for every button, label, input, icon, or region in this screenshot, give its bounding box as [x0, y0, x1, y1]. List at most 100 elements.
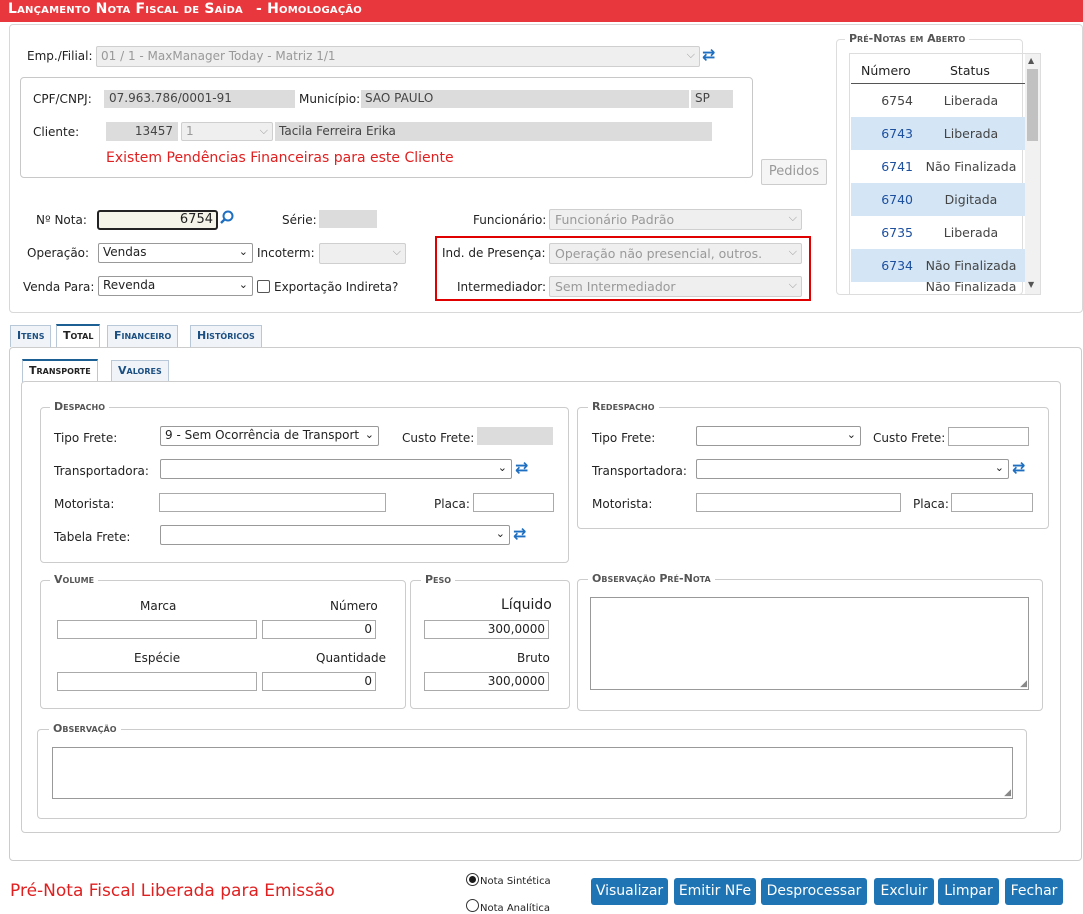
refresh-icon[interactable]: ⇄: [1012, 460, 1025, 476]
desprocessar-button[interactable]: Desprocessar: [761, 878, 867, 905]
uf-field: SP: [691, 90, 733, 108]
cnpj-field: 07.963.786/0001-91: [104, 90, 295, 108]
marca-field[interactable]: [57, 620, 257, 639]
municipio-label: Município:: [299, 92, 361, 106]
prenotas-scrollbar[interactable]: ▲ ▼: [1025, 54, 1040, 294]
redespacho-motorista-label: Motorista:: [592, 497, 653, 511]
visualizar-button[interactable]: Visualizar: [591, 878, 668, 905]
redespacho-tipo-frete-select[interactable]: ⌄: [696, 426, 861, 446]
redespacho-placa-field[interactable]: [951, 493, 1033, 512]
limpar-button[interactable]: Limpar: [938, 878, 999, 905]
nota-field[interactable]: 6754: [97, 210, 218, 230]
exportacao-label: Exportação Indireta?: [274, 280, 399, 294]
subtab-valores[interactable]: Valores: [111, 360, 169, 382]
chevron-down-icon: ⌄: [846, 428, 856, 441]
obs-prenota-legend: Observação Pré-Nota: [588, 572, 715, 585]
radio-sintetica[interactable]: [466, 873, 479, 886]
incoterm-label: Incoterm:: [257, 246, 315, 260]
status-message: Pré-Nota Fiscal Liberada para Emissão: [10, 881, 335, 901]
cnpj-label: CPF/CNPJ:: [33, 92, 92, 106]
liquido-field[interactable]: 300,0000: [424, 620, 549, 639]
fechar-button[interactable]: Fechar: [1005, 878, 1063, 905]
pedidos-button[interactable]: Pedidos: [761, 159, 827, 185]
despacho-legend: Despacho: [50, 400, 110, 413]
quantidade-field[interactable]: 0: [262, 672, 376, 691]
despacho-tipo-frete-select[interactable]: 9 - Sem Ocorrência de Transport ⌄: [160, 426, 379, 446]
search-icon[interactable]: [220, 210, 234, 224]
table-row[interactable]: 6754 Liberada: [851, 84, 1025, 117]
redespacho-custo-frete-field[interactable]: [948, 427, 1029, 446]
obs-textarea[interactable]: ◢: [52, 747, 1013, 799]
chevron-down-icon: ⌄: [238, 278, 248, 291]
bruto-field[interactable]: 300,0000: [424, 672, 549, 691]
incoterm-select: ⌵: [319, 243, 406, 264]
venda-para-label: Venda Para:: [23, 280, 95, 294]
despacho-motorista-field[interactable]: [159, 493, 386, 512]
environment-label: - Homologação: [256, 1, 363, 17]
chevron-down-icon: ⌄: [238, 245, 248, 258]
chevron-down-icon: ⌄: [495, 527, 505, 540]
despacho-placa-label: Placa:: [434, 497, 470, 511]
table-row[interactable]: 6741 Não Finalizada: [851, 150, 1025, 183]
especie-field[interactable]: [57, 672, 257, 691]
table-row[interactable]: 6735 Liberada: [851, 216, 1025, 249]
scrollbar-thumb[interactable]: [1027, 69, 1038, 141]
chevron-down-icon: ⌵: [788, 278, 797, 291]
refresh-icon[interactable]: ⇄: [515, 460, 528, 476]
tab-financeiro[interactable]: Financeiro: [107, 325, 179, 347]
exportacao-checkbox[interactable]: [257, 280, 270, 293]
nota-label: Nº Nota:: [36, 213, 87, 227]
window-title: Lançamento Nota Fiscal de Saída: [8, 1, 243, 17]
resize-grip-icon: ◢: [1020, 679, 1027, 689]
redespacho-transportadora-label: Transportadora:: [592, 464, 687, 478]
refresh-icon[interactable]: ⇄: [513, 526, 526, 542]
funcionario-label: Funcionário:: [473, 213, 547, 227]
despacho-custo-frete-label: Custo Frete:: [402, 431, 475, 445]
emp-label: Emp./Filial:: [27, 49, 93, 63]
chevron-down-icon: ⌄: [994, 461, 1004, 474]
cliente-name-field: Tacila Ferreira Erika: [275, 122, 712, 141]
redespacho-transportadora-select[interactable]: ⌄: [696, 459, 1009, 479]
intermediador-label: Intermediador:: [457, 280, 547, 294]
table-row[interactable]: 6743 Liberada: [851, 117, 1025, 150]
liquido-label: Líquido: [501, 597, 552, 613]
obs-prenota-textarea[interactable]: ◢: [590, 597, 1029, 690]
chevron-down-icon: ⌄: [364, 428, 374, 441]
operacao-select[interactable]: Vendas ⌄: [98, 243, 253, 263]
emitir-nfe-button[interactable]: Emitir NFe: [674, 878, 756, 905]
scroll-down-arrow[interactable]: ▼: [1028, 280, 1034, 289]
obs-legend: Observação: [49, 722, 121, 735]
chevron-down-icon: ⌵: [259, 124, 268, 137]
bruto-label: Bruto: [517, 651, 550, 665]
excluir-button[interactable]: Excluir: [874, 878, 934, 905]
serie-label: Série:: [282, 213, 317, 227]
peso-legend: Peso: [421, 573, 456, 586]
subtab-transporte[interactable]: Transporte: [22, 359, 98, 382]
despacho-tipo-frete-label: Tipo Frete:: [54, 431, 118, 445]
volume-legend: Volume: [50, 573, 99, 586]
table-row[interactable]: 6734 Não Finalizada: [851, 249, 1025, 282]
refresh-icon[interactable]: ⇄: [702, 47, 715, 63]
numero-label: Número: [330, 599, 378, 613]
scroll-up-arrow[interactable]: ▲: [1028, 56, 1034, 65]
presenca-select: Operação não presencial, outros. ⌵: [549, 243, 802, 264]
tab-historicos[interactable]: Históricos: [190, 325, 262, 347]
municipio-field: SAO PAULO: [361, 90, 689, 108]
table-row[interactable]: 6740 Digitada: [851, 183, 1025, 216]
emp-select[interactable]: 01 / 1 - MaxManager Today - Matriz 1/1 ⌵: [96, 46, 700, 67]
radio-analitica[interactable]: [466, 899, 479, 912]
despacho-tabela-frete-select[interactable]: ⌄: [160, 525, 510, 545]
tab-total[interactable]: Total: [56, 324, 101, 348]
numero-field[interactable]: 0: [262, 620, 376, 639]
chevron-down-icon: ⌵: [788, 211, 797, 224]
tab-itens[interactable]: Itens: [10, 325, 52, 347]
redespacho-motorista-field[interactable]: [696, 493, 901, 512]
operacao-label: Operação:: [27, 246, 90, 260]
window-title-bar: Lançamento Nota Fiscal de Saída - Homolo…: [0, 0, 1083, 22]
despacho-transportadora-select[interactable]: ⌄: [160, 459, 512, 479]
despacho-motorista-label: Motorista:: [54, 497, 115, 511]
venda-para-select[interactable]: Revenda ⌄: [98, 276, 253, 296]
despacho-placa-field[interactable]: [473, 493, 554, 512]
intermediador-select: Sem Intermediador ⌵: [549, 276, 802, 297]
cliente-label: Cliente:: [33, 125, 80, 139]
